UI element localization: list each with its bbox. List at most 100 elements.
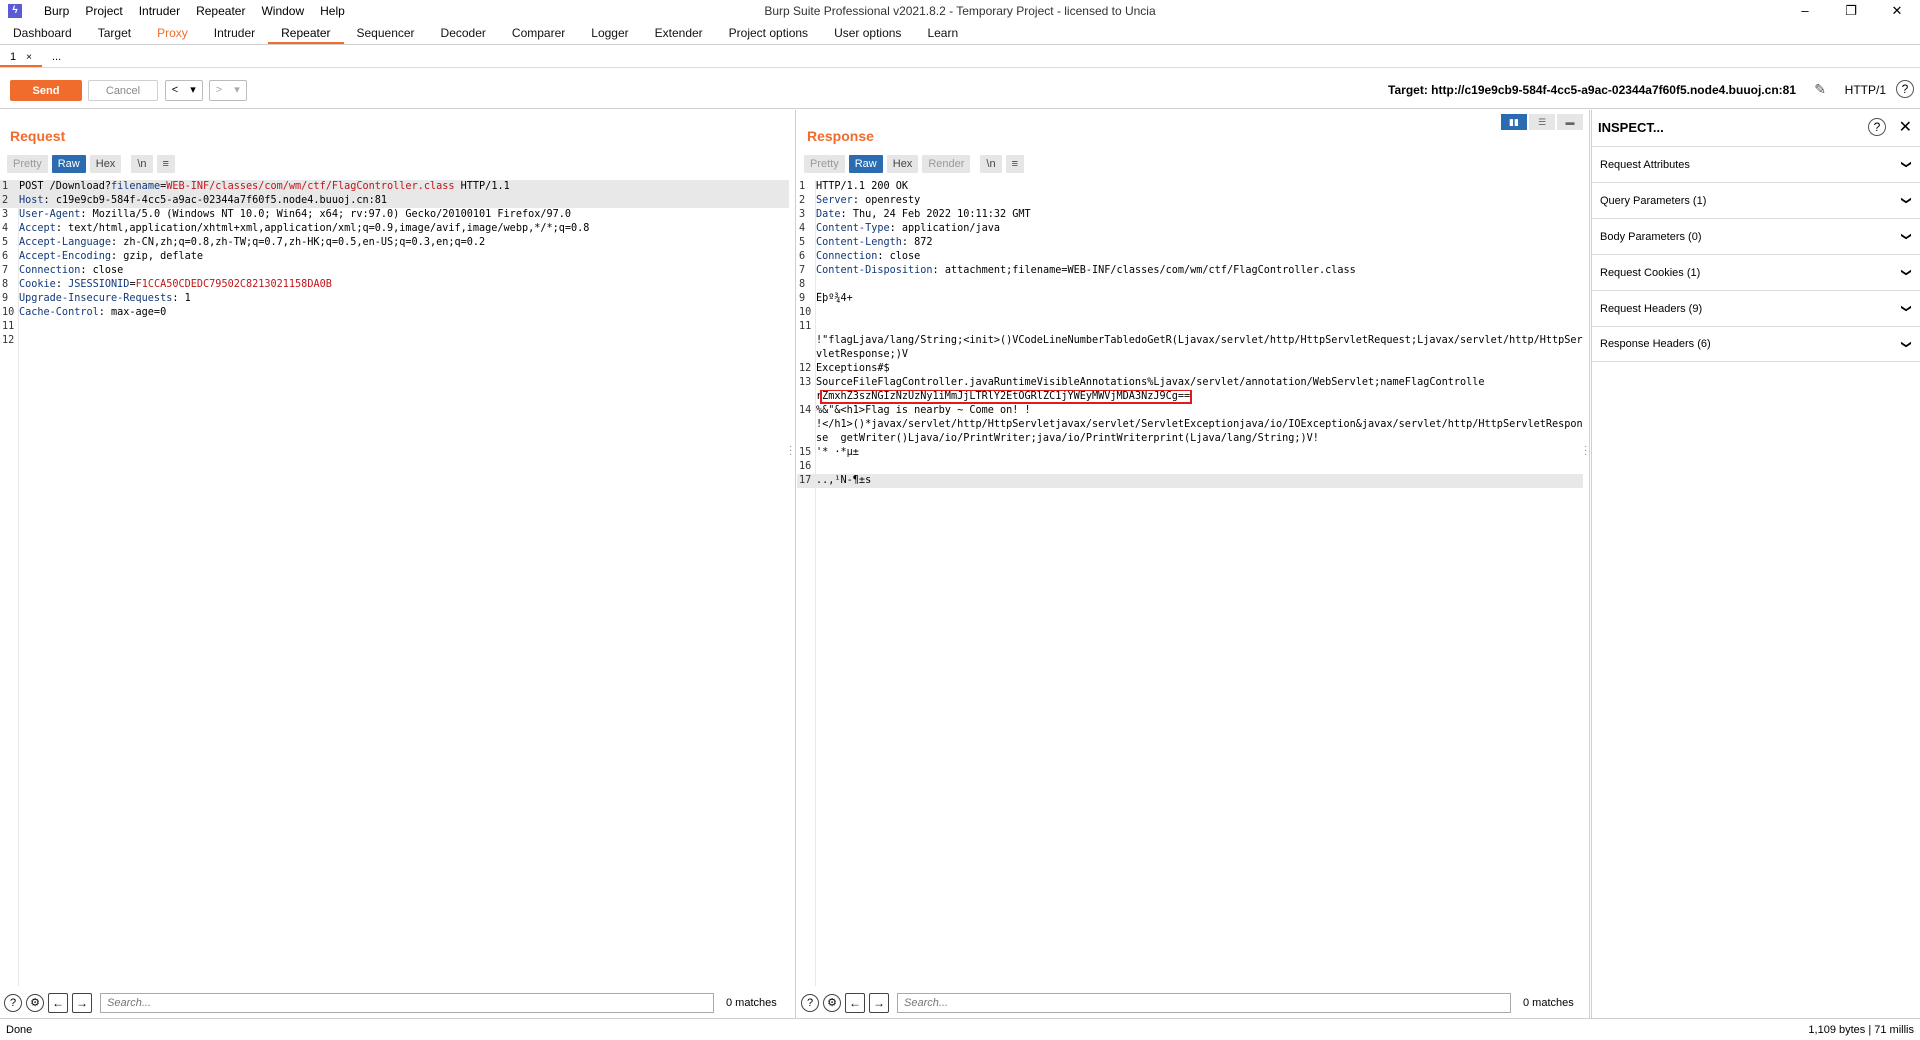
request-line: 1 POST /Download?filename=WEB-INF/classe… xyxy=(0,180,789,194)
maximize-button[interactable]: ❐ xyxy=(1828,0,1874,22)
response-render-button[interactable]: Render xyxy=(922,155,971,173)
response-line: 15 '* ·*µ± xyxy=(799,447,859,458)
response-editor[interactable]: 1 HTTP/1.1 200 OK 2 Server: openresty 3 Dat… xyxy=(797,180,1583,986)
request-title: Request xyxy=(10,128,66,144)
chevron-down-icon: ❯ xyxy=(1900,196,1912,205)
request-line: 2 Host: c19e9cb9-584f-4cc5-a9ac-02344a7f6… xyxy=(0,194,789,208)
inspector-close-icon[interactable]: ✕ xyxy=(1899,117,1912,137)
request-hex-button[interactable]: Hex xyxy=(89,155,122,173)
layout-side-by-side-icon[interactable]: ▮▮ xyxy=(1501,114,1527,130)
minimize-button[interactable]: – xyxy=(1782,0,1828,22)
request-newline-toggle[interactable]: \n xyxy=(131,155,153,173)
chevron-down-icon: ❯ xyxy=(1900,268,1912,277)
response-search-prev-icon[interactable]: ← xyxy=(845,993,865,1013)
response-size-timing: 1,109 bytes | 71 millis xyxy=(1808,1024,1914,1036)
tab-target[interactable]: Target xyxy=(85,22,144,44)
request-search-next-icon[interactable]: → xyxy=(72,993,92,1013)
splitter-handle-icon[interactable]: · · · xyxy=(789,442,792,460)
response-newline-toggle[interactable]: \n xyxy=(980,155,1002,173)
tab-proxy[interactable]: Proxy xyxy=(144,22,201,44)
history-back-dropdown-icon[interactable]: ▾ xyxy=(184,81,202,100)
tab-intruder[interactable]: Intruder xyxy=(201,22,268,44)
response-raw-button[interactable]: Raw xyxy=(848,155,883,173)
help-icon[interactable]: ? xyxy=(1896,80,1914,98)
request-line: 7 Connection: close xyxy=(2,265,124,276)
inspector-query-parameters[interactable]: Query Parameters (1) ❯ xyxy=(1592,182,1920,218)
panel-splitter[interactable] xyxy=(795,110,796,1018)
inspector-request-headers[interactable]: Request Headers (9) ❯ xyxy=(1592,290,1920,326)
title-bar: ϟ Burp Project Intruder Repeater Window … xyxy=(0,0,1920,22)
request-line: 6 Accept-Encoding: gzip, deflate xyxy=(2,251,204,262)
inspector-list: Request Attributes ❯ Query Parameters (1)… xyxy=(1592,146,1920,362)
menu-burp[interactable]: Burp xyxy=(36,4,77,18)
inspector-help-icon[interactable]: ? xyxy=(1868,118,1886,136)
target-label: Target: http://c19e9cb9-584f-4cc5-a9ac-0… xyxy=(1388,83,1796,97)
inspector-panel: INSPECT... ? ✕ Request Attributes ❯ Query… xyxy=(1591,110,1920,1018)
inspector-splitter-handle-icon[interactable]: · · · xyxy=(1584,442,1587,460)
tab-user-options[interactable]: User options xyxy=(821,22,914,44)
history-back-group: < ▾ xyxy=(165,80,203,101)
tab-extender[interactable]: Extender xyxy=(642,22,716,44)
menu-intruder[interactable]: Intruder xyxy=(131,4,188,18)
layout-top-bottom-icon[interactable]: ☰ xyxy=(1529,114,1555,130)
history-back-button[interactable]: < xyxy=(166,81,184,100)
response-view-bar: Pretty Raw Hex Render \n ≡ xyxy=(804,155,1024,173)
tab-repeater[interactable]: Repeater xyxy=(268,22,344,44)
close-window-button[interactable]: ✕ xyxy=(1874,0,1920,22)
menu-help[interactable]: Help xyxy=(312,4,353,18)
response-search-input[interactable] xyxy=(897,993,1511,1013)
request-line: 8 Cookie: JSESSIONID=F1CCA50CDEDC79502C82… xyxy=(2,279,332,290)
response-help-icon[interactable]: ? xyxy=(801,994,819,1012)
inspector-title: INSPECT... xyxy=(1598,120,1664,135)
tab-project-options[interactable]: Project options xyxy=(716,22,821,44)
edit-target-icon[interactable]: ✎ xyxy=(1814,81,1826,98)
request-line: 4 Accept: text/html,application/xhtml+xml… xyxy=(2,223,590,234)
layout-tabs-icon[interactable]: ▬ xyxy=(1557,114,1583,130)
repeater-tab-label: 1 xyxy=(10,51,17,63)
menu-window[interactable]: Window xyxy=(253,4,312,18)
history-forward-dropdown-icon[interactable]: ▾ xyxy=(228,81,246,100)
response-pretty-button[interactable]: Pretty xyxy=(804,155,845,173)
request-line: 3 User-Agent: Mozilla/5.0 (Windows NT 10.… xyxy=(2,209,572,220)
request-search-prev-icon[interactable]: ← xyxy=(48,993,68,1013)
request-raw-button[interactable]: Raw xyxy=(51,155,86,173)
tab-comparer[interactable]: Comparer xyxy=(499,22,578,44)
inspector-request-cookies[interactable]: Request Cookies (1) ❯ xyxy=(1592,254,1920,290)
history-forward-button[interactable]: > xyxy=(210,81,228,100)
response-menu-icon[interactable]: ≡ xyxy=(1005,155,1024,173)
request-line: 5 Accept-Language: zh-CN,zh;q=0.8,zh-TW;q… xyxy=(2,237,486,248)
response-hex-button[interactable]: Hex xyxy=(886,155,919,173)
menu-project[interactable]: Project xyxy=(77,4,130,18)
response-search-bar: ? ⚙ ← → 0 matches xyxy=(797,988,1583,1018)
layout-toggle-group: ▮▮ ☰ ▬ xyxy=(1501,114,1583,130)
request-pretty-button[interactable]: Pretty xyxy=(7,155,48,173)
request-search-input[interactable] xyxy=(100,993,714,1013)
inspector-body-parameters[interactable]: Body Parameters (0) ❯ xyxy=(1592,218,1920,254)
inspector-splitter[interactable] xyxy=(1589,110,1590,1018)
new-tab-button[interactable]: ... xyxy=(42,46,71,67)
cancel-button[interactable]: Cancel xyxy=(88,80,158,101)
tab-learn[interactable]: Learn xyxy=(914,22,971,44)
request-menu-icon[interactable]: ≡ xyxy=(156,155,175,173)
response-line: 5 Content-Length: 872 xyxy=(799,237,933,248)
request-settings-gear-icon[interactable]: ⚙ xyxy=(26,994,44,1012)
tab-sequencer[interactable]: Sequencer xyxy=(344,22,428,44)
tab-decoder[interactable]: Decoder xyxy=(428,22,499,44)
burp-logo-icon: ϟ xyxy=(8,4,22,18)
response-search-next-icon[interactable]: → xyxy=(869,993,889,1013)
close-tab-icon[interactable]: × xyxy=(26,52,32,63)
inspector-request-attributes[interactable]: Request Attributes ❯ xyxy=(1592,146,1920,182)
response-line: 4 Content-Type: application/java xyxy=(799,223,1001,234)
tab-logger[interactable]: Logger xyxy=(578,22,641,44)
repeater-tab-1[interactable]: 1 × xyxy=(0,46,42,67)
response-settings-gear-icon[interactable]: ⚙ xyxy=(823,994,841,1012)
tab-dashboard[interactable]: Dashboard xyxy=(0,22,85,44)
menu-repeater[interactable]: Repeater xyxy=(188,4,253,18)
inspector-response-headers[interactable]: Response Headers (6) ❯ xyxy=(1592,326,1920,362)
http-version-toggle[interactable]: HTTP/1 xyxy=(1845,83,1886,97)
send-button[interactable]: Send xyxy=(10,80,82,101)
request-line: 11 xyxy=(2,321,15,332)
response-line: 17 ..,¹N-¶±s xyxy=(797,474,1583,488)
request-editor[interactable]: 1 POST /Download?filename=WEB-INF/classe… xyxy=(0,180,789,986)
request-help-icon[interactable]: ? xyxy=(4,994,22,1012)
